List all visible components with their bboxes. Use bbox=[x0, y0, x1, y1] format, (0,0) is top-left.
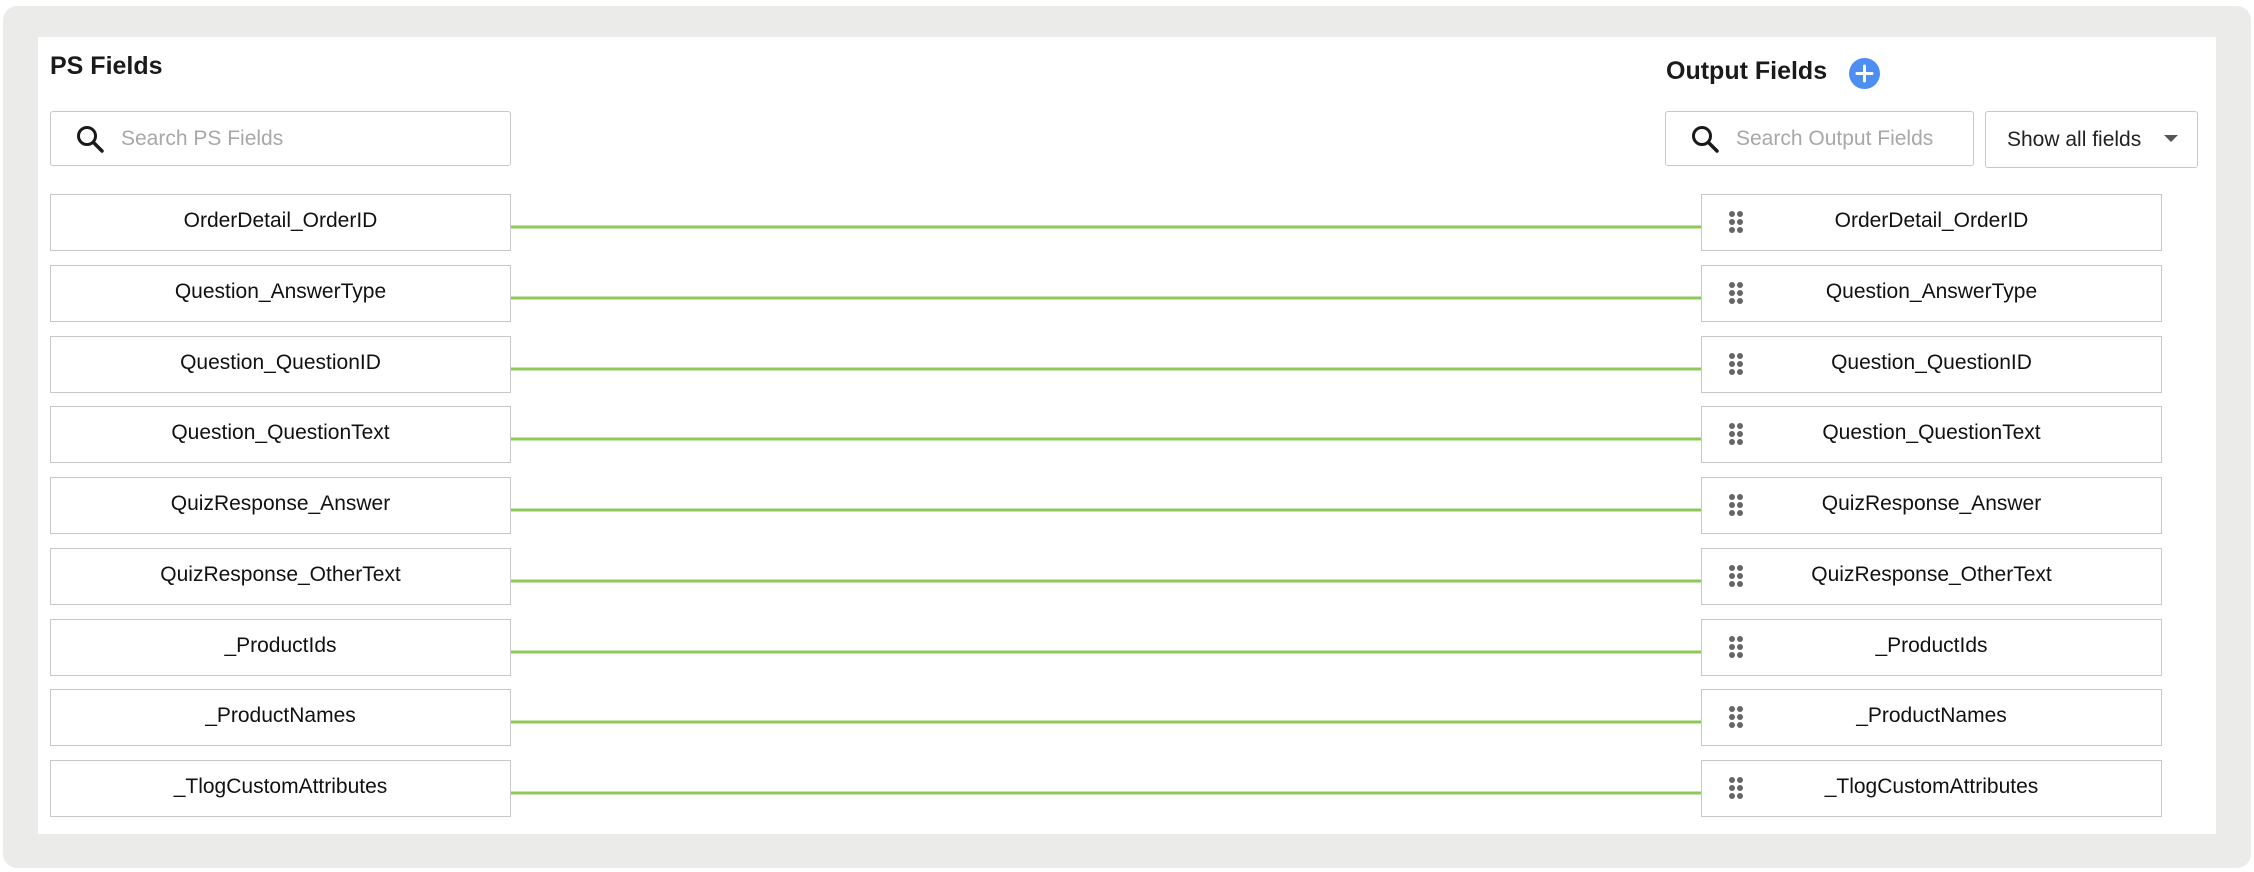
output-field[interactable]: _ProductNames bbox=[1701, 689, 2162, 746]
output-field[interactable]: OrderDetail_OrderID bbox=[1701, 194, 2162, 251]
drag-handle-icon[interactable] bbox=[1728, 564, 1744, 590]
output-field[interactable]: _ProductIds bbox=[1701, 619, 2162, 676]
ps-field[interactable]: Question_QuestionID bbox=[50, 336, 511, 393]
drag-handle-icon[interactable] bbox=[1728, 776, 1744, 802]
output-field[interactable]: Question_AnswerType bbox=[1701, 265, 2162, 322]
ps-field[interactable]: _TlogCustomAttributes bbox=[50, 760, 511, 817]
output-field-label: QuizResponse_Answer bbox=[1821, 492, 2042, 515]
output-field-label: OrderDetail_OrderID bbox=[1834, 209, 2029, 232]
ps-field[interactable]: OrderDetail_OrderID bbox=[50, 194, 511, 251]
ps-field[interactable]: QuizResponse_Answer bbox=[50, 477, 511, 534]
ps-field[interactable]: QuizResponse_OtherText bbox=[50, 548, 511, 605]
output-field-label: Question_AnswerType bbox=[1825, 280, 2038, 303]
output-field-label: Question_QuestionID bbox=[1831, 351, 2032, 374]
ps-field[interactable]: _ProductNames bbox=[50, 689, 511, 746]
drag-handle-icon[interactable] bbox=[1728, 422, 1744, 448]
output-field[interactable]: Question_QuestionText bbox=[1701, 406, 2162, 463]
output-field[interactable]: _TlogCustomAttributes bbox=[1701, 760, 2162, 817]
ps-field[interactable]: Question_AnswerType bbox=[50, 265, 511, 322]
ps-field[interactable]: Question_QuestionText bbox=[50, 406, 511, 463]
output-field[interactable]: QuizResponse_OtherText bbox=[1701, 548, 2162, 605]
output-field-label: _TlogCustomAttributes bbox=[1824, 775, 2039, 798]
output-field-label: _ProductNames bbox=[1856, 704, 2007, 727]
output-field[interactable]: QuizResponse_Answer bbox=[1701, 477, 2162, 534]
drag-handle-icon[interactable] bbox=[1728, 705, 1744, 731]
ps-field[interactable]: _ProductIds bbox=[50, 619, 511, 676]
output-field-label: QuizResponse_OtherText bbox=[1811, 563, 2052, 586]
drag-handle-icon[interactable] bbox=[1728, 352, 1744, 378]
output-field-label: Question_QuestionText bbox=[1822, 421, 2041, 444]
drag-handle-icon[interactable] bbox=[1728, 635, 1744, 661]
output-field[interactable]: Question_QuestionID bbox=[1701, 336, 2162, 393]
output-field-label: _ProductIds bbox=[1875, 634, 1988, 657]
drag-handle-icon[interactable] bbox=[1728, 281, 1744, 307]
drag-handle-icon[interactable] bbox=[1728, 493, 1744, 519]
drag-handle-icon[interactable] bbox=[1728, 210, 1744, 236]
